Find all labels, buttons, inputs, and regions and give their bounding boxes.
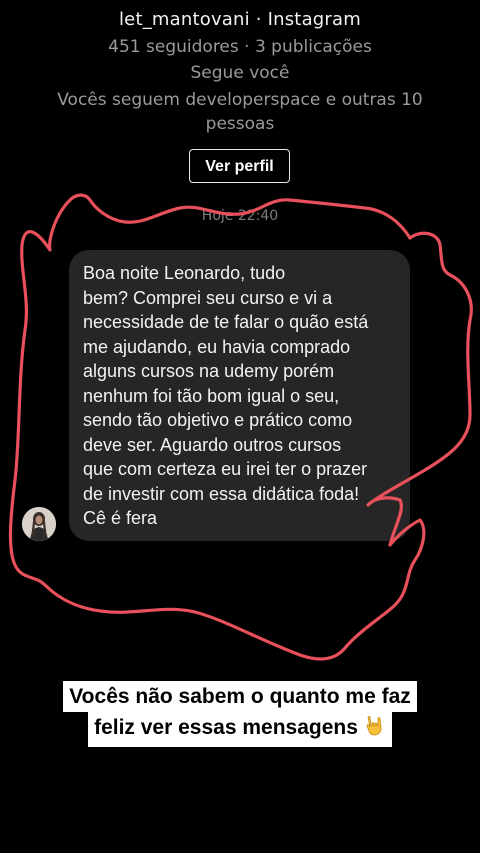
- caption-line-2: feliz ver essas mensagens: [94, 716, 358, 739]
- profile-stats: 451 seguidores · 3 publicações: [108, 37, 372, 57]
- user-avatar-icon[interactable]: [22, 507, 56, 541]
- story-screenshot: let_mantovani · Instagram 451 seguidores…: [0, 0, 480, 853]
- rock-hand-icon: [362, 714, 386, 747]
- message-bubble[interactable]: Boa noite Leonardo, tudo bem? Comprei se…: [69, 250, 410, 541]
- story-caption: Vocês não sabem o quanto me faz feliz ve…: [0, 681, 480, 747]
- view-profile-button[interactable]: Ver perfil: [189, 149, 290, 183]
- caption-line-2-wrapper: feliz ver essas mensagens: [88, 712, 392, 747]
- mutual-followers-text: Vocês seguem developerspace e outras 10 …: [57, 90, 423, 134]
- follows-you-label: Segue você: [190, 63, 290, 83]
- message-timestamp: Hoje 22:40: [201, 208, 279, 224]
- caption-line-1: Vocês não sabem o quanto me faz: [63, 681, 417, 712]
- profile-title[interactable]: let_mantovani · Instagram: [0, 9, 480, 31]
- message-text: Boa noite Leonardo, tudo bem? Comprei se…: [83, 263, 369, 528]
